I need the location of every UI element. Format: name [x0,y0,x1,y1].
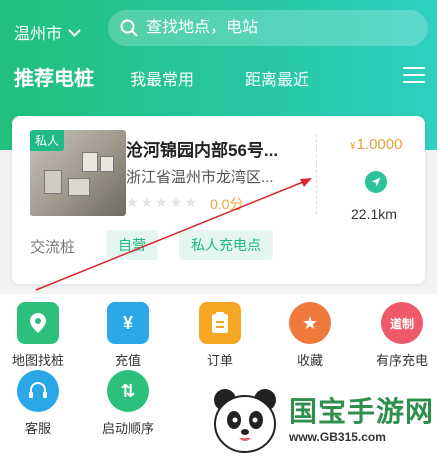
star-icon: ★ [169,194,183,210]
grid-label: 收藏 [296,353,323,368]
navigate-button[interactable] [365,171,387,193]
distance: 22.1km [351,206,397,222]
list-icon[interactable] [403,67,425,85]
watermark: 国宝手游网 www.GB315.com [205,378,437,461]
city-label: 温州市 [14,26,63,43]
search-icon [120,19,138,37]
star-icon: ★ [126,194,139,210]
rating-stars: ★ ★ ★ ★ ★ [126,194,197,211]
orders-item[interactable]: 订单 [184,302,256,369]
chevron-down-icon [68,23,81,37]
clipboard-icon [199,302,241,344]
start-order-item[interactable]: ⇅ 启动顺序 [92,370,164,437]
star-icon: ★ [184,194,197,210]
divider [316,134,317,214]
station-title: 沧河锦园内部56号... [126,141,279,160]
watermark-url: www.GB315.com [289,430,386,444]
station-photo: 私人 [30,130,126,216]
rating-score: 0.0分 [210,196,244,212]
headset-icon [17,370,59,412]
star-icon: ★ [289,302,331,344]
navigation-arrow-icon [371,177,381,187]
ordered-charge-item[interactable]: 道制 有序充电 [366,302,437,369]
price-value: 1.0000 [356,136,403,153]
map-pin-icon [17,302,59,344]
grid-label: 充值 [114,353,141,368]
customer-service-item[interactable]: 客服 [2,370,74,437]
up-down-icon: ⇅ [107,370,149,412]
charger-type: 交流桩 [30,239,76,256]
self-operated-chip: 自营 [106,230,158,260]
star-icon: ★ [140,194,154,210]
search-bar[interactable] [108,10,428,46]
station-address: 浙江省温州市龙湾区... [126,169,274,186]
private-tag: 私人 [30,130,65,151]
grid-label: 启动顺序 [101,421,154,436]
tab-bar: 推荐电桩 我最常用 距离最近 [14,62,434,92]
price: ¥1.0000 [350,136,402,153]
search-input[interactable] [146,19,396,37]
tab-recommended[interactable]: 推荐电桩 [14,62,94,91]
ordered-charge-icon: 道制 [381,302,423,344]
yen-icon: ¥ [107,302,149,344]
map-find-charger-item[interactable]: 地图找桩 [2,302,74,369]
grid-label: 客服 [24,421,51,436]
tab-nearest[interactable]: 距离最近 [245,66,309,90]
panda-logo-icon [214,389,276,453]
grid-label: 地图找桩 [11,353,64,368]
private-charge-chip: 私人充电点 [179,230,273,260]
star-icon: ★ [155,194,168,210]
recharge-item[interactable]: ¥ 充值 [92,302,164,369]
city-selector[interactable]: 温州市 [14,20,81,44]
grid-label: 有序充电 [375,353,428,368]
grid-label: 订单 [206,353,233,368]
favorites-item[interactable]: ★ 收藏 [274,302,346,369]
currency-symbol: ¥ [350,141,356,152]
station-card[interactable]: 私人 沧河锦园内部56号... 浙江省温州市龙湾区... ★ ★ ★ ★ ★ 0… [12,116,425,284]
watermark-text: 国宝手游网 [289,396,435,427]
tab-most-used[interactable]: 我最常用 [130,66,194,90]
